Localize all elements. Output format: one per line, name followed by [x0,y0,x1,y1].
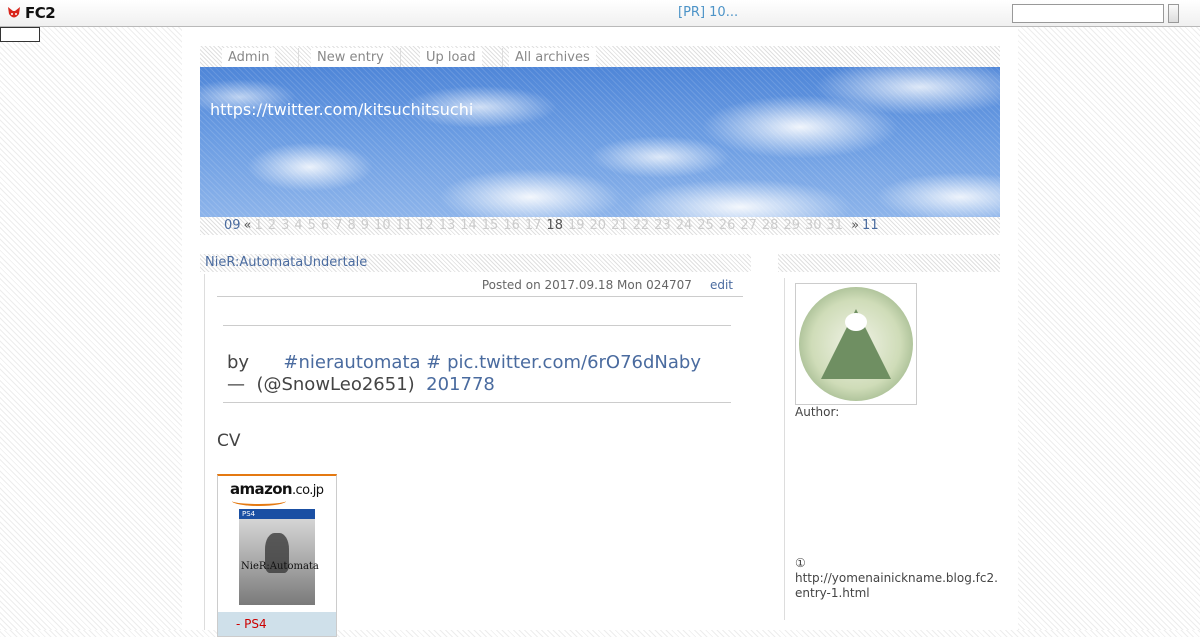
calendar-day[interactable]: 18 [546,218,563,233]
menu-item-upload[interactable]: Up load [420,48,482,67]
calendar-day[interactable]: 5 [308,218,316,233]
calendar-day[interactable]: 23 [654,218,671,233]
calendar-day[interactable]: 25 [697,218,714,233]
pr-link[interactable]: [PR] 10... [678,5,738,20]
divider [223,402,731,403]
menu-separator [502,48,503,67]
amazon-logo-suffix: .co.jp [292,483,324,498]
entry-body: Posted on 2017.09.18 Mon 024707 edit by #… [204,274,753,637]
calendar-day[interactable]: 27 [740,218,757,233]
menu-separator [400,48,401,67]
amazon-smile-icon [232,496,286,506]
note-mark: ① [795,556,806,570]
calendar-day[interactable]: 2 [268,218,276,233]
tweet-date-link[interactable]: 201778 [426,374,495,395]
empty-frame-box [0,27,40,42]
menu-item-admin[interactable]: Admin [222,48,276,67]
author-label: Author: [795,405,840,419]
calendar-day[interactable]: 15 [482,218,499,233]
calendar-day[interactable]: 14 [460,218,477,233]
calendar-bar: 09 « 1 2 3 4 5 6 7 8 9 10 11 12 13 14 15 16 17 18 19 20 21 22… [200,217,1000,235]
calendar-days: 1 2 3 4 5 6 7 8 9 10 11 12 13 14 15 16 17 18 19 20 21 22 23 24 2… [255,218,849,234]
embedded-tweet: by #nierautomata # pic.twitter.com/6rO76… [227,352,727,396]
search-button[interactable] [1168,4,1179,23]
blog-page: Admin New entry Up load All archives htt… [182,27,1018,637]
calendar-day[interactable]: 4 [294,218,302,233]
menu-separator [298,48,299,67]
calendar-day[interactable]: 17 [525,218,542,233]
tweet-dash: — [227,374,245,395]
calendar-day[interactable]: 13 [439,218,456,233]
calendar-prev-arrow: « [243,218,252,233]
calendar-day[interactable]: 20 [590,218,607,233]
cover-platform-label: PS4 [239,509,315,519]
sidebar-notes: ① http://yomenainickname.blog.fc2. entry… [795,556,1000,601]
search-input[interactable] [1012,4,1164,23]
fc2-logo[interactable]: FC2 [6,4,56,22]
calendar-day[interactable]: 6 [321,218,329,233]
eye-icon [845,313,867,331]
calendar-day[interactable]: 30 [805,218,822,233]
tweet-by: by [227,352,250,373]
calendar-day[interactable]: 8 [347,218,355,233]
author-avatar [795,283,917,405]
note-url-line-1[interactable]: http://yomenainickname.blog.fc2. [795,571,1000,586]
calendar-day[interactable]: 1 [255,218,263,233]
calendar-day[interactable]: 31 [827,218,844,233]
product-link[interactable]: - PS4 [236,617,267,631]
calendar-day[interactable]: 28 [762,218,779,233]
post-date: Posted on 2017.09.18 Mon 024707 [481,278,692,292]
calendar-day[interactable]: 29 [783,218,800,233]
entry-title[interactable]: NieR:AutomataUndertale [205,255,367,270]
amazon-product-widget[interactable]: amazon.co.jp PS4 NieR:Automata - PS4 [217,474,337,637]
cv-heading: CV [217,431,241,451]
calendar-day[interactable]: 24 [676,218,693,233]
fc2-top-bar: FC2 [PR] 10... [0,0,1200,27]
blog-header-image: https://twitter.com/kitsuchitsuchi [200,67,1000,217]
post-info: Posted on 2017.09.18 Mon 024707 edit [217,278,743,297]
blog-title[interactable]: https://twitter.com/kitsuchitsuchi [210,100,473,119]
sidebar-title-bar [778,254,1000,272]
top-menu: Admin New entry Up load All archives [200,46,1000,67]
calendar-next-month[interactable]: 11 [862,218,879,234]
sidebar-divider [784,278,785,620]
calendar-day[interactable]: 22 [633,218,650,233]
calendar-day[interactable]: 3 [281,218,289,233]
menu-item-all-archives[interactable]: All archives [509,48,596,67]
great-seal-image [799,287,913,401]
note-url-line-2[interactable]: entry-1.html [795,586,1000,601]
divider [223,325,731,326]
fc2-fox-icon [6,5,22,21]
cover-title: NieR:Automata [241,561,319,572]
calendar-day[interactable]: 26 [719,218,736,233]
calendar-day[interactable]: 9 [361,218,369,233]
calendar-day[interactable]: 19 [568,218,585,233]
calendar-day[interactable]: 21 [611,218,628,233]
calendar-day[interactable]: 11 [396,218,413,233]
tweet-user: (@SnowLeo2651) [256,374,415,395]
tweet-hashtag-link[interactable]: #nierautomata # pic.twitter.com/6rO76dNa… [283,352,701,373]
calendar-day[interactable]: 16 [503,218,520,233]
calendar-day[interactable]: 10 [374,218,391,233]
fc2-logo-text: FC2 [25,4,56,22]
product-cover-image[interactable]: PS4 NieR:Automata [239,509,319,605]
entry-title-bar: NieR:AutomataUndertale [200,254,751,272]
calendar-day[interactable]: 12 [417,218,434,233]
calendar-next-arrow: » [851,218,860,233]
calendar-prev-month[interactable]: 09 [224,218,241,234]
edit-link[interactable]: edit [710,278,733,292]
amazon-widget-footer: - PS4 [218,612,336,636]
calendar-day[interactable]: 7 [334,218,342,233]
menu-item-new-entry[interactable]: New entry [311,48,390,67]
